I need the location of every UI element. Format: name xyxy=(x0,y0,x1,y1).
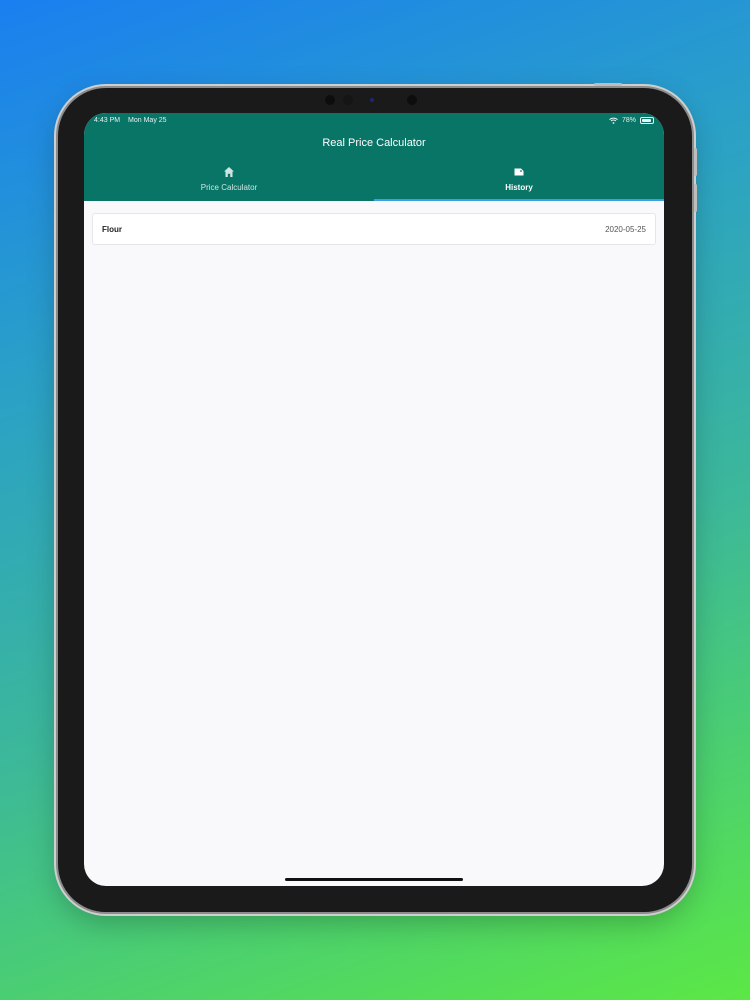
volume-button xyxy=(694,148,697,176)
tablet-frame: 4:43 PM Mon May 25 78% Real Price Calcul… xyxy=(58,83,697,912)
wifi-icon xyxy=(609,117,618,124)
list-item[interactable]: Flour 2020-05-25 xyxy=(92,213,656,245)
tab-bar: Price Calculator History xyxy=(84,157,664,201)
power-button xyxy=(594,83,622,86)
page-title: Real Price Calculator xyxy=(322,137,426,149)
tab-label: Price Calculator xyxy=(200,183,258,192)
item-date: 2020-05-25 xyxy=(605,224,646,234)
status-time: 4:43 PM xyxy=(94,116,121,124)
tab-price-calculator[interactable]: Price Calculator xyxy=(84,157,374,201)
battery-percent: 78% xyxy=(621,116,636,124)
item-name: Flour xyxy=(102,224,122,234)
tag-icon xyxy=(514,168,524,176)
home-icon xyxy=(224,167,234,177)
battery-icon xyxy=(640,116,654,124)
active-tab-indicator xyxy=(374,199,664,201)
front-camera xyxy=(325,95,425,105)
app-bar: 4:43 PM Mon May 25 78% Real Price Calcul… xyxy=(84,113,664,201)
tab-history[interactable]: History xyxy=(374,157,664,201)
home-indicator[interactable] xyxy=(285,878,463,881)
app-screen: 4:43 PM Mon May 25 78% Real Price Calcul… xyxy=(84,113,664,886)
history-list: Flour 2020-05-25 xyxy=(84,201,664,257)
status-bar: 4:43 PM Mon May 25 78% xyxy=(84,113,664,127)
tab-label: History xyxy=(505,183,533,192)
status-date: Mon May 25 xyxy=(128,116,167,124)
volume-button xyxy=(694,184,697,212)
